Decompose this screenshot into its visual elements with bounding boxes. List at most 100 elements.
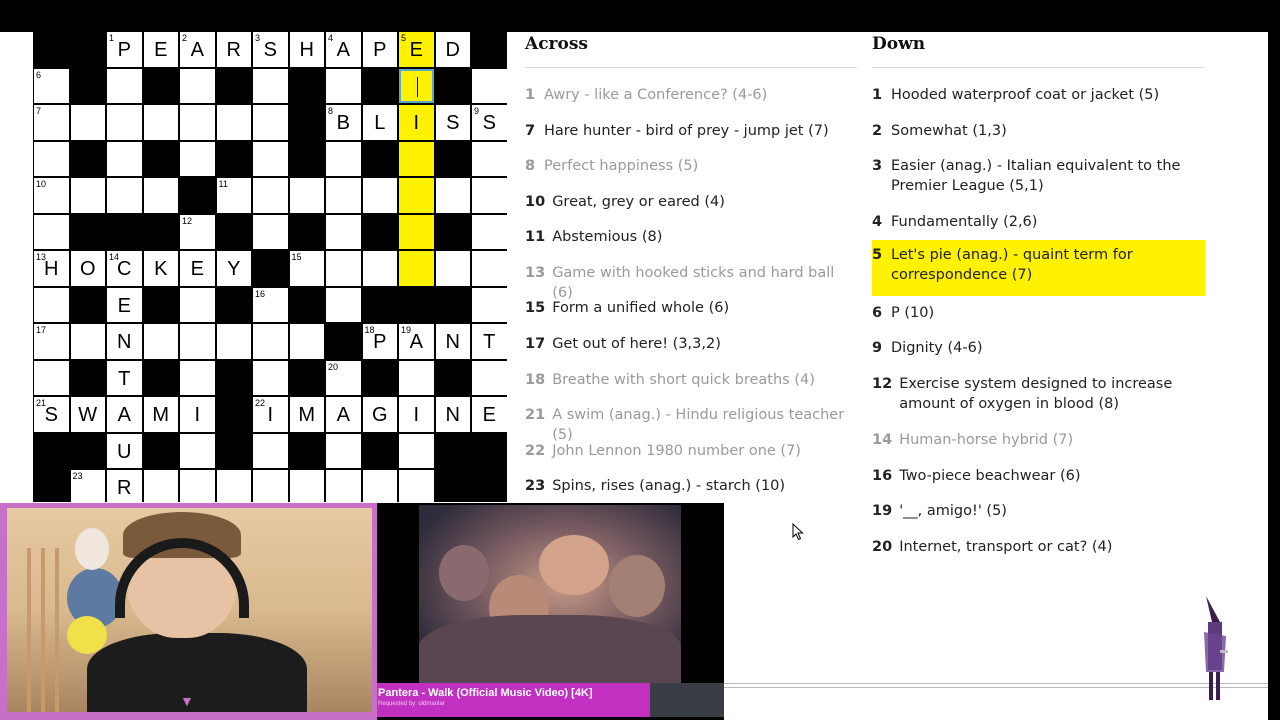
grid-cell[interactable] <box>325 286 362 323</box>
down-clue[interactable]: 4 Fundamentally (2,6) <box>872 212 1205 232</box>
grid-cell[interactable]: 3S <box>252 32 289 68</box>
grid-cell[interactable]: 10 <box>33 177 70 214</box>
across-clue[interactable]: 23 Spins, rises (anag.) - starch (10) <box>525 476 857 496</box>
grid-cell[interactable] <box>215 104 252 141</box>
grid-cell[interactable] <box>252 177 289 214</box>
grid-cell[interactable]: A <box>106 396 143 433</box>
grid-cell[interactable]: I <box>398 396 435 433</box>
grid-cell[interactable]: H <box>288 32 325 68</box>
grid-cell[interactable] <box>471 213 507 250</box>
grid-cell[interactable] <box>471 286 507 323</box>
across-clue[interactable]: 22 John Lennon 1980 number one (7) <box>525 441 857 461</box>
grid-cell[interactable] <box>252 432 289 469</box>
grid-cell[interactable]: T <box>106 359 143 396</box>
grid-cell[interactable]: 7 <box>33 104 70 141</box>
grid-cell[interactable]: E <box>471 396 507 433</box>
grid-cell[interactable]: 4A <box>325 32 362 68</box>
grid-cell[interactable] <box>142 104 179 141</box>
grid-cell[interactable] <box>325 213 362 250</box>
grid-cell[interactable] <box>252 469 289 502</box>
grid-cell[interactable]: 22 I <box>252 396 289 433</box>
grid-cell[interactable] <box>398 359 435 396</box>
grid-cell[interactable]: M <box>288 396 325 433</box>
grid-cell[interactable]: 17 <box>33 323 70 360</box>
grid-cell[interactable] <box>69 104 106 141</box>
grid-cell[interactable] <box>142 469 179 502</box>
grid-cell[interactable] <box>179 469 216 502</box>
grid-cell[interactable]: S <box>434 104 471 141</box>
grid-cell[interactable]: T <box>471 323 507 360</box>
grid-cell[interactable] <box>33 213 70 250</box>
grid-cell[interactable]: E <box>179 250 216 287</box>
grid-cell[interactable]: 14 C <box>106 250 143 287</box>
grid-cell[interactable] <box>398 432 435 469</box>
grid-cell[interactable]: 19 A <box>398 323 435 360</box>
grid-cell[interactable] <box>179 323 216 360</box>
down-clue[interactable]: 14 Human-horse hybrid (7) <box>872 430 1205 450</box>
grid-cell[interactable] <box>434 250 471 287</box>
grid-cell[interactable] <box>252 104 289 141</box>
grid-cell[interactable] <box>179 140 216 177</box>
grid-cell[interactable]: 15 <box>288 250 325 287</box>
grid-cell[interactable] <box>288 469 325 502</box>
grid-cell[interactable]: 16 <box>252 286 289 323</box>
grid-cell[interactable] <box>471 250 507 287</box>
down-clue[interactable]: 19 '__, amigo!' (5) <box>872 501 1205 521</box>
grid-cell[interactable] <box>471 177 507 214</box>
grid-cell[interactable]: 13 H <box>33 250 70 287</box>
grid-cell[interactable] <box>325 469 362 502</box>
down-clue[interactable]: 9 Dignity (4-6) <box>872 338 1205 358</box>
grid-cell[interactable] <box>69 177 106 214</box>
down-clue[interactable]: 3 Easier (anag.) - Italian equivalent to … <box>872 156 1205 196</box>
grid-cell[interactable]: 9S <box>471 104 507 141</box>
grid-cell[interactable]: D <box>434 32 471 68</box>
grid-cell[interactable]: I <box>179 396 216 433</box>
grid-cell[interactable] <box>106 67 143 104</box>
across-clue[interactable]: 8 Perfect happiness (5) <box>525 156 857 176</box>
across-clue[interactable]: 18 Breathe with short quick breaths (4) <box>525 370 857 390</box>
across-clue[interactable]: 10 Great, grey or eared (4) <box>525 192 857 212</box>
grid-cell[interactable] <box>398 140 435 177</box>
grid-cell[interactable]: K <box>142 250 179 287</box>
crossword-grid[interactable]: 1 P E 2 A R 3 S H 4 A P 5 E D 6 7 8 B L I S 9 S 10 11 12 13 H O 14 C K E Y… <box>33 32 507 502</box>
grid-cell[interactable] <box>179 286 216 323</box>
grid-cell[interactable] <box>179 104 216 141</box>
grid-cell[interactable]: 21 S <box>33 396 70 433</box>
down-clue[interactable]: 1 Hooded waterproof coat or jacket (5) <box>872 85 1205 105</box>
grid-cell[interactable]: 18 P <box>361 323 398 360</box>
grid-cell[interactable] <box>33 286 70 323</box>
grid-cell[interactable] <box>325 67 362 104</box>
grid-cell[interactable]: 23 <box>69 469 106 502</box>
across-clue[interactable]: 1 Awry - like a Conference? (4-6) <box>525 85 857 105</box>
grid-cell[interactable] <box>106 104 143 141</box>
grid-cell[interactable] <box>398 250 435 287</box>
grid-cell[interactable] <box>179 432 216 469</box>
down-clue[interactable]: 20 Internet, transport or cat? (4) <box>872 537 1205 557</box>
grid-cell[interactable] <box>252 359 289 396</box>
across-clue[interactable]: 21 A swim (anag.) - Hindu religious teach… <box>525 405 857 445</box>
grid-cell[interactable] <box>33 359 70 396</box>
grid-cell[interactable]: E <box>142 32 179 68</box>
across-clue[interactable]: 11 Abstemious (8) <box>525 227 857 247</box>
grid-cell[interactable]: 8B <box>325 104 362 141</box>
grid-cell[interactable] <box>252 67 289 104</box>
down-clue[interactable]: 5 Let's pie (anag.) - quaint term for cor… <box>872 240 1205 296</box>
grid-cell[interactable]: 12 <box>179 213 216 250</box>
grid-cell[interactable] <box>471 359 507 396</box>
grid-cell[interactable]: A <box>325 396 362 433</box>
grid-cell[interactable] <box>69 323 106 360</box>
grid-cell[interactable] <box>398 177 435 214</box>
grid-cell[interactable]: R <box>106 469 143 502</box>
grid-cell[interactable] <box>471 67 507 104</box>
grid-cell[interactable] <box>398 469 435 502</box>
grid-cell[interactable]: W <box>69 396 106 433</box>
grid-cell[interactable]: I <box>398 104 435 141</box>
grid-cell[interactable]: O <box>69 250 106 287</box>
grid-cell[interactable]: G <box>361 396 398 433</box>
grid-cell[interactable]: U <box>106 432 143 469</box>
grid-cell[interactable] <box>361 177 398 214</box>
grid-cell[interactable] <box>142 177 179 214</box>
grid-cell[interactable]: N <box>106 323 143 360</box>
grid-cell[interactable]: N <box>434 323 471 360</box>
down-clue[interactable]: 2 Somewhat (1,3) <box>872 121 1205 141</box>
